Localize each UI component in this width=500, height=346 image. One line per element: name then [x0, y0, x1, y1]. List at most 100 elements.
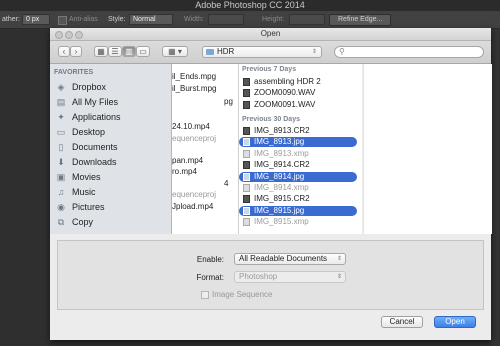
file-item[interactable]: ZOOM0090.WAV — [239, 88, 357, 98]
column-browser-1: il_Ends.mpg il_Burst.mpgpg 24.10.mp4 equenc… — [172, 64, 239, 234]
sidebar-item-label: Copy — [72, 217, 94, 227]
icon-view-button[interactable]: ▦ — [94, 46, 108, 57]
file-icon — [243, 127, 250, 135]
list-item[interactable]: 4 — [224, 179, 228, 189]
refine-edge-button[interactable]: Refine Edge... — [329, 14, 392, 26]
folder-icon — [206, 49, 214, 55]
file-icon — [243, 78, 250, 86]
updown-arrows-icon: ⇕ — [311, 49, 317, 55]
close-button[interactable] — [55, 31, 63, 39]
sidebar-item[interactable]: ▣ Movies — [56, 170, 168, 184]
file-item[interactable]: IMG_8914.xmp — [239, 183, 357, 193]
file-icon — [243, 149, 250, 158]
file-name: IMG_8914.xmp — [254, 183, 309, 192]
image-sequence-checkbox[interactable] — [201, 291, 209, 299]
file-item[interactable]: IMG_8913.xmp — [239, 149, 357, 159]
sidebar: FAVORITES ◈ Dropbox ▤ All My Files ✦ Applicat… — [50, 64, 172, 234]
style-label: Style: — [108, 16, 126, 23]
list-view-button[interactable]: ☰ — [108, 46, 122, 57]
updown-arrows-icon: ⇕ — [336, 256, 342, 262]
sidebar-item-label: Downloads — [72, 157, 117, 167]
back-button[interactable]: ‹ — [58, 46, 70, 57]
sidebar-item[interactable]: ▭ Desktop — [56, 125, 168, 139]
open-button[interactable]: Open — [434, 316, 476, 328]
search-field[interactable]: ⚲ — [334, 46, 484, 58]
file-name: IMG_8913.xmp — [254, 148, 309, 158]
list-item[interactable]: equenceproj — [172, 134, 216, 144]
location-label: HDR — [217, 47, 235, 56]
sidebar-item[interactable]: ◈ Dropbox — [56, 80, 168, 94]
sidebar-item-label: Music — [72, 187, 96, 197]
applications-icon: ✦ — [57, 112, 65, 122]
arrange-button[interactable]: ▦ ▾ — [162, 46, 188, 57]
list-item[interactable]: equenceproj — [172, 190, 216, 200]
file-name: IMG_8915.jpg — [254, 205, 305, 215]
enable-label: Enable: — [196, 255, 224, 264]
file-icon — [243, 172, 250, 181]
sidebar-item[interactable]: ◉ Pictures — [56, 200, 168, 214]
movies-icon: ▣ — [56, 172, 66, 182]
width-input[interactable] — [208, 14, 244, 25]
list-item[interactable]: il_Burst.mpg — [172, 84, 216, 94]
enable-value: All Readable Documents — [239, 254, 328, 263]
section-previous-7-days: Previous 7 Days — [242, 66, 297, 73]
sidebar-item[interactable]: ♫ Music — [56, 185, 168, 199]
copy-icon: ⧉ — [57, 217, 65, 227]
file-item[interactable]: IMG_8913.CR2 — [239, 126, 357, 136]
file-icon — [243, 138, 250, 147]
preview-column — [363, 64, 492, 234]
file-name: IMG_8915.xmp — [254, 217, 309, 227]
width-label: Width: — [184, 16, 204, 23]
sidebar-item[interactable]: ⬇ Downloads — [56, 155, 168, 169]
list-item[interactable]: il_Ends.mpg — [172, 72, 216, 82]
file-icon — [243, 161, 250, 170]
list-view-icon: ☰ — [111, 47, 119, 56]
format-popup[interactable]: Photoshop ⇕ — [234, 271, 346, 283]
sidebar-item-label: Documents — [72, 142, 118, 152]
minimize-button[interactable] — [65, 31, 73, 39]
panel-edge — [491, 29, 500, 346]
list-item[interactable]: 24.10.mp4 — [172, 122, 210, 132]
list-item[interactable]: Jpload.mp4 — [172, 202, 213, 212]
feather-input[interactable]: 0 px — [22, 14, 50, 25]
canvas-area — [50, 340, 491, 346]
file-item[interactable]: assembling HDR 2 — [239, 77, 357, 87]
zoom-button[interactable] — [75, 31, 83, 39]
list-item[interactable]: ro.mp4 — [172, 167, 197, 177]
anti-alias-checkbox[interactable] — [58, 16, 67, 25]
arrange-icon: ▦ ▾ — [168, 47, 182, 56]
sidebar-item-label: All My Files — [72, 97, 119, 107]
file-item[interactable]: IMG_8915.jpg — [239, 205, 357, 216]
file-item[interactable]: ZOOM0091.WAV — [239, 100, 357, 110]
tools-panel — [0, 29, 50, 346]
column-view-button[interactable]: ▥ — [122, 46, 136, 57]
height-input[interactable] — [289, 14, 325, 25]
list-item[interactable]: pg — [224, 97, 233, 107]
file-icon — [243, 195, 250, 204]
file-item[interactable]: IMG_8914.CR2 — [239, 160, 357, 170]
file-item[interactable]: IMG_8914.jpg — [239, 171, 357, 182]
pictures-icon: ◉ — [57, 202, 65, 212]
cancel-button[interactable]: Cancel — [381, 316, 423, 328]
app-title: Adobe Photoshop CC 2014 — [0, 0, 500, 11]
style-select[interactable]: Normal — [129, 14, 173, 25]
options-panel: Enable: All Readable Documents ⇕ Format:… — [57, 240, 484, 310]
sidebar-item[interactable]: ✦ Applications — [56, 110, 168, 124]
file-name: IMG_8913.jpg — [254, 137, 305, 147]
updown-arrows-icon: ⇕ — [336, 274, 342, 280]
enable-popup[interactable]: All Readable Documents ⇕ — [234, 253, 346, 265]
coverflow-view-icon: ▭ — [139, 47, 147, 56]
sidebar-item[interactable]: ▯ Documents — [56, 140, 168, 154]
sidebar-item[interactable]: ▤ All My Files — [56, 95, 168, 109]
coverflow-view-button[interactable]: ▭ — [136, 46, 150, 57]
file-item[interactable]: IMG_8915.CR2 — [239, 194, 357, 204]
location-popup[interactable]: HDR ⇕ — [202, 46, 322, 58]
format-value: Photoshop — [239, 272, 278, 281]
file-item[interactable]: IMG_8915.xmp — [239, 217, 357, 227]
file-item[interactable]: IMG_8913.jpg — [239, 137, 357, 148]
list-item[interactable]: pan.mp4 — [172, 156, 203, 166]
sidebar-item[interactable]: ⧉ Copy — [56, 215, 168, 229]
file-icon — [243, 89, 250, 98]
documents-icon: ▯ — [58, 142, 64, 152]
forward-button[interactable]: › — [70, 46, 82, 57]
